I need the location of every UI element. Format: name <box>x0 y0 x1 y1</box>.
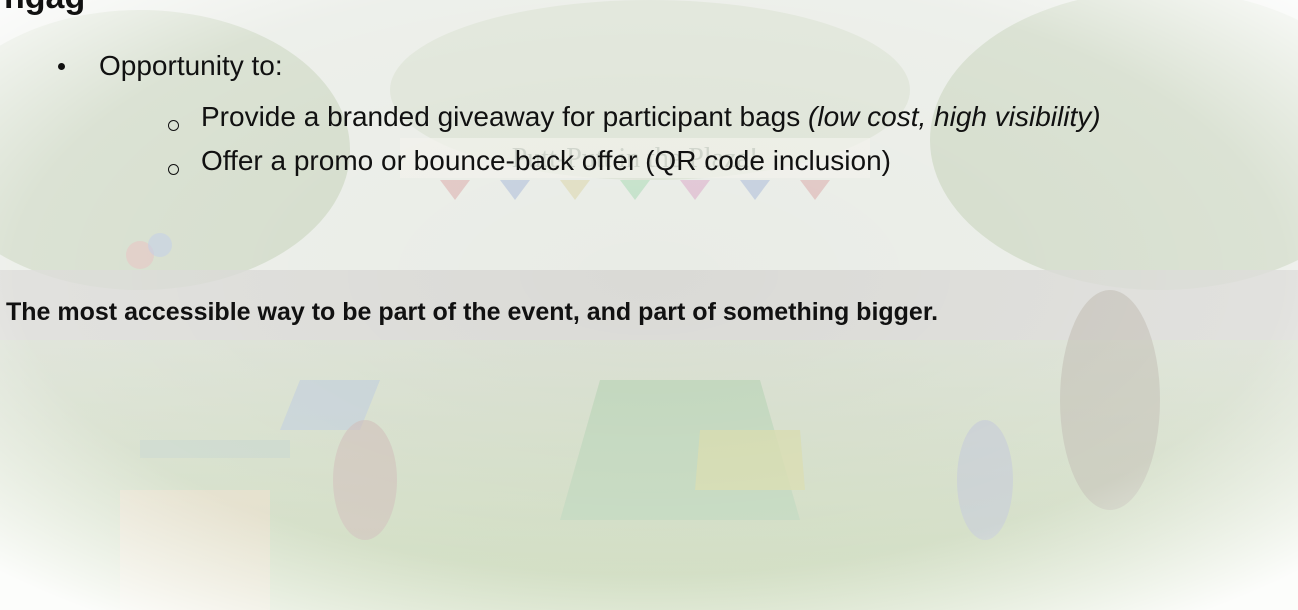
tagline: The most accessible way to be part of th… <box>6 298 939 326</box>
bullet-opportunity: Opportunity to: <box>58 50 283 82</box>
bullet-label: Opportunity to: <box>99 50 283 81</box>
sub-bullet-text: Offer a promo or bounce-back offer (QR c… <box>201 145 891 176</box>
sub-bullet-list: Provide a branded giveaway for participa… <box>168 97 1248 185</box>
slide-heading-partial: ngag <box>4 0 85 17</box>
sub-bullet-text: Provide a branded giveaway for participa… <box>201 101 809 132</box>
circle-bullet-icon <box>168 164 179 175</box>
sub-bullet-item: Provide a branded giveaway for participa… <box>168 97 1248 137</box>
circle-bullet-icon <box>168 120 179 131</box>
bullet-dot-icon <box>58 62 65 70</box>
sub-bullet-italic-note: (low cost, high visibility) <box>808 101 1101 132</box>
sub-bullet-item: Offer a promo or bounce-back offer (QR c… <box>168 141 1248 181</box>
